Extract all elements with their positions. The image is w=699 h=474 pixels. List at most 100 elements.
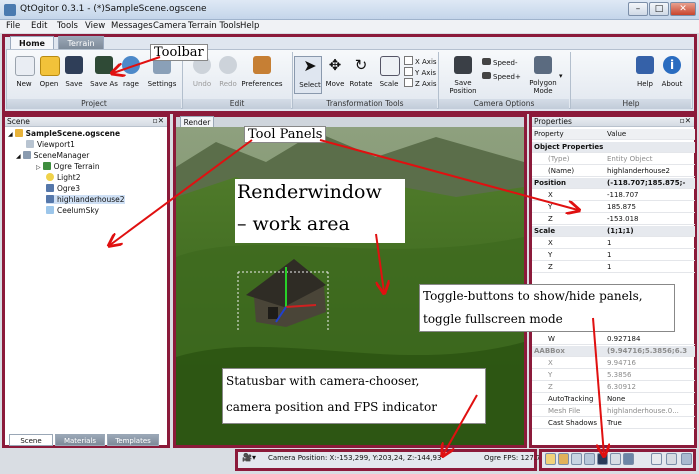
save-as-button[interactable]: Save As: [89, 56, 119, 96]
speed-plus-button[interactable]: Speed+: [482, 72, 521, 81]
about-button[interactable]: i About: [657, 56, 687, 96]
menu-help[interactable]: Help: [240, 21, 259, 31]
menu-terrain-tools[interactable]: Terrain Tools: [188, 21, 240, 31]
z-axis-toggle[interactable]: Z Axis: [404, 78, 437, 88]
y-axis-toggle[interactable]: Y Axis: [404, 67, 436, 77]
x-axis-label: X Axis: [415, 58, 437, 66]
fps-indicator: Ogre FPS: 127.7: [484, 454, 541, 462]
annotation-status-line2: camera position and FPS indicator: [226, 400, 437, 414]
storage-button[interactable]: rage: [116, 56, 146, 96]
tab-render[interactable]: Render: [180, 116, 214, 127]
save-position-button[interactable]: Save Position: [448, 56, 478, 96]
toggle-layout-icon[interactable]: [666, 453, 677, 465]
annotation-statusbar: Statusbar with camera-chooser, camera po…: [222, 368, 486, 424]
maximize-button[interactable]: □: [649, 2, 669, 16]
property-row[interactable]: Cast Shadows True: [532, 418, 695, 429]
tree-item[interactable]: ▷ Ogre Terrain: [36, 162, 100, 171]
minimize-button[interactable]: –: [628, 2, 648, 16]
property-row[interactable]: Y 185.875: [532, 202, 695, 213]
select-button[interactable]: ➤ Select: [294, 56, 322, 94]
float-close-icon[interactable]: ▫✕: [153, 116, 164, 125]
toggle-toolbar-icon[interactable]: [571, 453, 582, 465]
scene-file-icon: [14, 129, 23, 137]
scene-panel-title: Scene: [7, 117, 30, 126]
property-value: None: [607, 395, 626, 403]
toggle-log-icon[interactable]: [584, 453, 595, 465]
property-row[interactable]: X1: [532, 238, 695, 249]
toggle-properties-panel-icon[interactable]: [558, 453, 569, 465]
property-value: 0.927184: [607, 335, 641, 343]
property-value: (9.94716;5.3856;6.3: [607, 347, 688, 355]
chevron-down-icon[interactable]: ▾: [559, 72, 563, 80]
menu-view[interactable]: View: [85, 21, 105, 31]
float-close-icon[interactable]: ▫✕: [680, 116, 691, 125]
camera-position-readout: Camera Position: X:-153,299, Y:203,24, Z…: [268, 454, 442, 462]
tab-materials[interactable]: Materials: [55, 434, 105, 446]
close-button[interactable]: ✕: [670, 2, 696, 16]
polygon-mode-label: Polygon Mode: [529, 79, 557, 95]
move-icon: ✥: [328, 56, 342, 74]
column-header-property: Property: [534, 130, 564, 138]
toggle-options-icon[interactable]: [610, 453, 621, 465]
property-row[interactable]: (Name) highlanderhouse2: [532, 166, 695, 177]
speed-minus-button[interactable]: Speed-: [482, 58, 517, 67]
property-value: highlanderhouse.0...: [607, 407, 679, 415]
preferences-label: Preferences: [241, 80, 283, 88]
property-value: 1: [607, 263, 612, 271]
property-row[interactable]: X 9.94716: [532, 358, 695, 369]
tools-icon: [253, 56, 271, 74]
help-button[interactable]: Help: [630, 56, 660, 96]
property-category-row[interactable]: Position (-118.707;185.875;-: [532, 178, 695, 189]
tab-home[interactable]: Home: [10, 36, 54, 49]
toggle-grid-icon[interactable]: [681, 453, 692, 465]
menu-camera[interactable]: Camera: [153, 21, 186, 31]
x-axis-toggle[interactable]: X Axis: [404, 56, 437, 66]
toggle-camera-icon[interactable]: [623, 453, 634, 465]
camera-chooser[interactable]: 🎥▾: [242, 453, 266, 466]
menu-file[interactable]: File: [6, 21, 20, 31]
property-category-row[interactable]: Scale (1;1;1): [532, 226, 695, 237]
polygon-mode-button[interactable]: Polygon Mode: [528, 56, 558, 96]
menu-tools[interactable]: Tools: [57, 21, 78, 31]
property-category-row[interactable]: Object Properties: [532, 142, 695, 153]
menu-messages[interactable]: Messages: [111, 21, 153, 31]
property-row[interactable]: W 0.927184: [532, 334, 695, 345]
property-name: Scale: [534, 227, 556, 235]
cube-icon: [534, 56, 552, 74]
property-row[interactable]: AutoTracking None: [532, 394, 695, 405]
property-value: 9.94716: [607, 359, 636, 367]
rotate-icon: ↻: [354, 56, 368, 74]
property-row[interactable]: Z1: [532, 262, 695, 273]
toggle-scene-panel-icon[interactable]: [545, 453, 556, 465]
property-row[interactable]: X -118.707: [532, 190, 695, 201]
rotate-button[interactable]: ↻ Rotate: [346, 56, 376, 96]
property-value: (1;1;1): [607, 227, 634, 235]
toggle-windows-icon[interactable]: [651, 453, 662, 465]
property-row[interactable]: Y1: [532, 250, 695, 261]
tree-item[interactable]: Ogre3: [46, 184, 80, 193]
z-axis-label: Z Axis: [415, 80, 437, 88]
tree-item-label: Light2: [57, 173, 81, 182]
tree-item[interactable]: ◢ SceneManager: [16, 151, 89, 160]
scale-button[interactable]: Scale: [374, 56, 404, 96]
preferences-button[interactable]: Preferences: [241, 56, 283, 96]
property-row[interactable]: Z 6.30912: [532, 382, 695, 393]
property-category-row[interactable]: AABBox (9.94716;5.3856;6.3: [532, 346, 695, 357]
tree-item[interactable]: ◢ SampleScene.ogscene: [8, 129, 120, 138]
settings-button[interactable]: Settings: [147, 56, 177, 96]
toggle-fullscreen-icon[interactable]: [597, 453, 608, 465]
property-row[interactable]: Mesh File highlanderhouse.0...: [532, 406, 695, 417]
property-row[interactable]: Z -153.018: [532, 214, 695, 225]
tree-item-selected[interactable]: highlanderhouse2: [46, 195, 125, 204]
tree-item[interactable]: Light2: [46, 173, 81, 182]
menu-edit[interactable]: Edit: [31, 21, 47, 31]
tree-item[interactable]: CeelumSky: [46, 206, 99, 215]
tab-templates[interactable]: Templates: [107, 434, 159, 446]
save-button[interactable]: Save: [59, 56, 89, 96]
tab-scene[interactable]: Scene: [9, 434, 53, 446]
tab-terrain[interactable]: Terrain: [58, 36, 104, 49]
tree-item[interactable]: Viewport1: [26, 140, 75, 149]
property-row[interactable]: (Type) Entity Object: [532, 154, 695, 165]
property-row[interactable]: Y 5.3856: [532, 370, 695, 381]
redo-button[interactable]: Redo: [213, 56, 243, 96]
